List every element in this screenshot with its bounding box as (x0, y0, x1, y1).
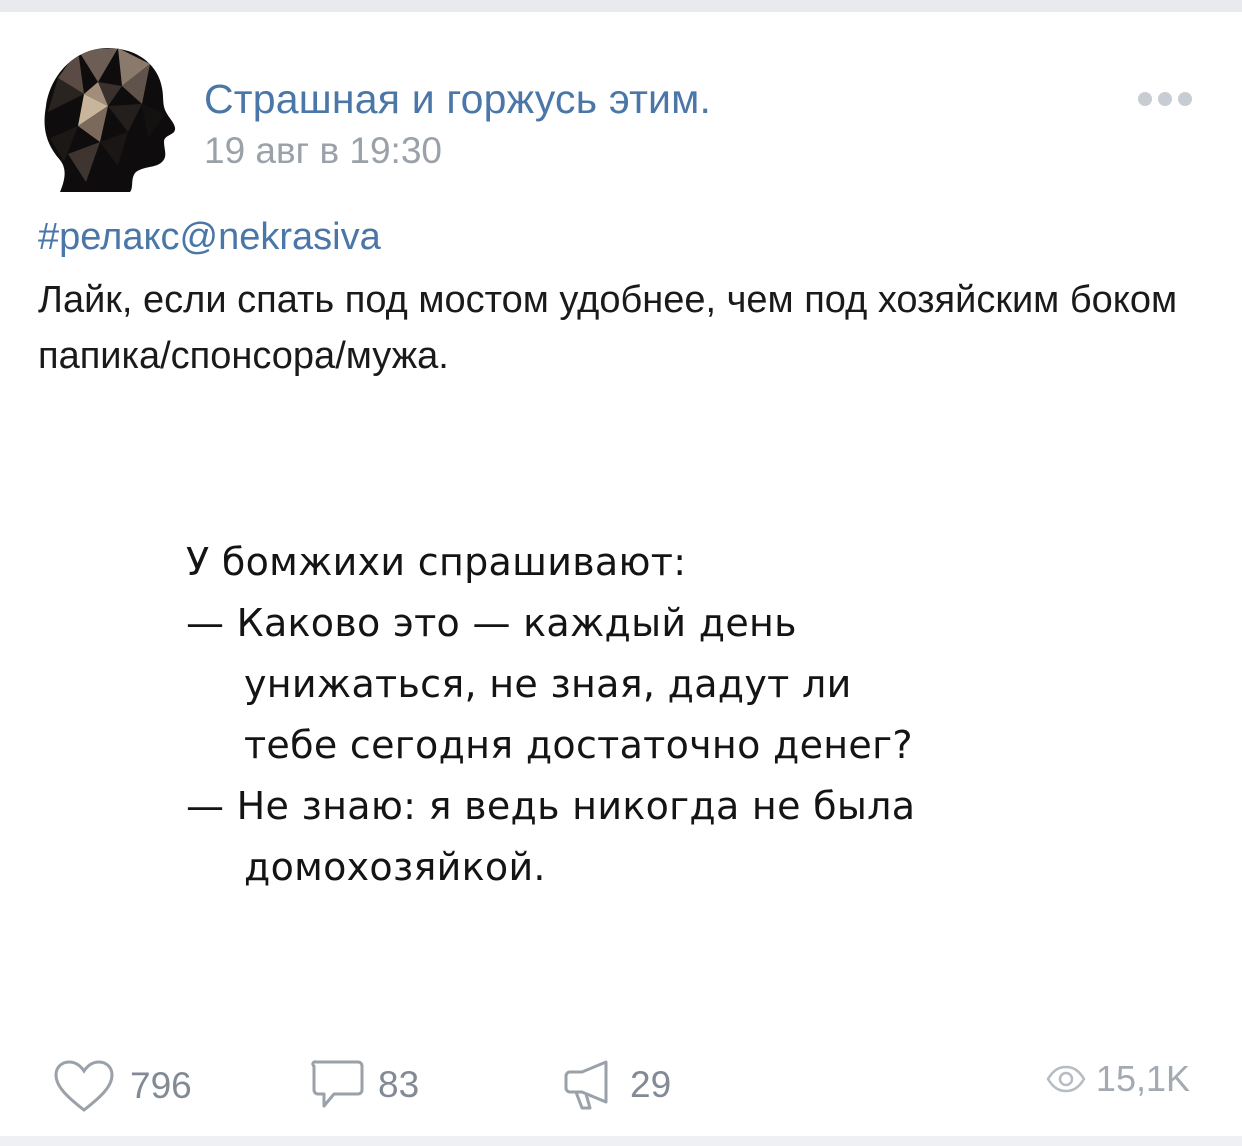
share-count: 29 (630, 1064, 672, 1105)
quote-line: — Каково это — каждый день (186, 601, 797, 645)
comment-icon (311, 1060, 364, 1108)
eye-icon (1046, 1065, 1086, 1093)
quote-line: У бомжихи спрашивают: (186, 540, 687, 584)
like-button[interactable]: 796 (52, 1058, 192, 1114)
comment-count: 83 (378, 1064, 420, 1105)
post-image[interactable]: У бомжихи спрашивают: — Каково это — каж… (0, 404, 1242, 1032)
quote-line: унижаться, не зная, дадут ли (244, 662, 852, 706)
comment-button[interactable]: 83 (310, 1058, 419, 1112)
more-dots-icon[interactable] (1138, 92, 1192, 106)
heart-icon (54, 1060, 114, 1112)
quote-line: тебе сегодня достаточно денег? (244, 723, 913, 767)
hashtag-link[interactable]: #релакс@nekrasiva (38, 216, 381, 259)
like-count: 796 (130, 1065, 192, 1106)
author-name[interactable]: Страшная и горжусь этим. (204, 76, 711, 123)
post-text: Лайк, если спать под мостом удобнее, чем… (38, 279, 1178, 377)
post-card: Страшная и горжусь этим. 19 авг в 19:30 … (0, 0, 1242, 1146)
views-counter: 15,1K (1046, 1058, 1190, 1100)
share-button[interactable]: 29 (560, 1058, 671, 1112)
avatar[interactable] (38, 42, 178, 194)
quote-line: — Не знаю: я ведь никогда не была (186, 784, 916, 828)
bottom-divider (0, 1136, 1242, 1146)
post-date: 19 авг в 19:30 (204, 130, 442, 171)
image-quote: У бомжихи спрашивают: — Каково это — каж… (186, 532, 915, 898)
views-count: 15,1K (1095, 1058, 1190, 1099)
post-actions: 796 83 29 15,1K (0, 1058, 1242, 1118)
megaphone-icon (564, 1060, 608, 1110)
quote-line: домохозяйкой. (244, 845, 546, 889)
